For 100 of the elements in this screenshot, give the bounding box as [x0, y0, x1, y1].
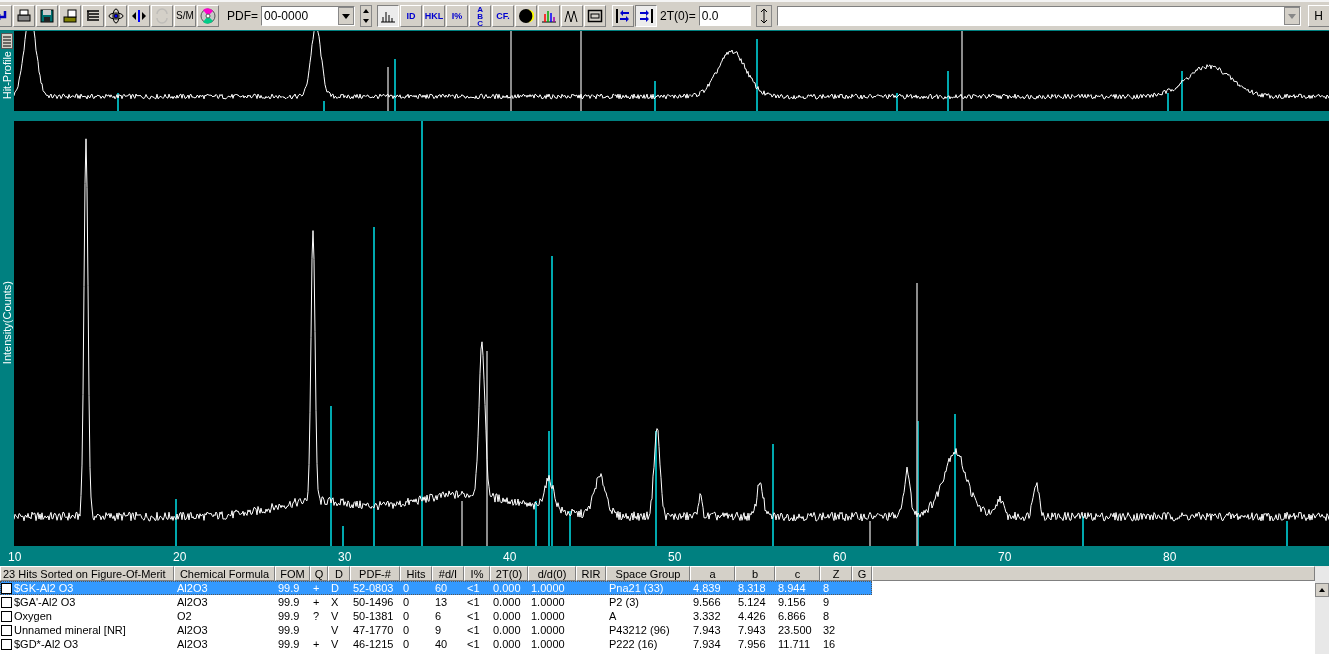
column-header[interactable]: PDF-# — [350, 566, 400, 581]
row-checkbox[interactable] — [1, 624, 12, 636]
label-toggle-button[interactable]: I% — [446, 5, 468, 27]
column-header[interactable]: 23 Hits Sorted on Figure-Of-Merit — [0, 566, 174, 581]
peak-marker — [569, 510, 571, 546]
table-cell: 0.000 — [493, 596, 521, 608]
tray-button[interactable] — [59, 5, 81, 27]
scrollbar[interactable] — [1315, 566, 1329, 654]
table-cell: 99.9 — [278, 610, 300, 622]
column-header[interactable]: 2T(0) — [490, 566, 528, 581]
peak-marker — [896, 92, 898, 111]
table-cell: 0.000 — [493, 610, 521, 622]
table-cell: P2 (3) — [609, 596, 639, 608]
table-cell: Pna21 (33) — [609, 582, 664, 594]
table-cell: ? — [313, 610, 320, 622]
atom-button[interactable] — [105, 5, 127, 27]
pdf-label: PDF= — [227, 9, 258, 23]
column-header[interactable]: FOM — [275, 566, 310, 581]
table-cell: V — [331, 624, 339, 636]
label-toggle-button[interactable]: ABC — [469, 5, 491, 27]
table-cell: A — [609, 610, 617, 622]
table-cell: 6 — [435, 610, 442, 622]
column-header[interactable]: Chemical Formula — [174, 566, 275, 581]
window-button[interactable] — [584, 5, 606, 27]
column-header[interactable]: RIR — [576, 566, 606, 581]
column-header[interactable]: Z — [820, 566, 852, 581]
spin-control-icon[interactable] — [755, 5, 772, 27]
column-header[interactable]: d/d(0) — [528, 566, 576, 581]
shift-left-button[interactable] — [612, 5, 634, 27]
table-row[interactable]: $GD*-Al2 O3 Al2O3 99.9 + V 46-1215 0 40 <1 0.000 1.0000 P222 (16) 7.934 7.956 11.711 16 — [0, 637, 872, 651]
table-cell: 7.943 — [693, 624, 721, 636]
shift-right-button[interactable] — [635, 5, 657, 27]
column-header[interactable]: Space Group — [606, 566, 690, 581]
row-checkbox[interactable] — [1, 596, 12, 608]
table-cell: X — [331, 596, 339, 608]
label-toggle-button[interactable]: ID — [400, 5, 422, 27]
column-header[interactable]: D — [328, 566, 350, 581]
peak-marker — [175, 498, 177, 546]
table-cell: 5.124 — [738, 596, 766, 608]
hit-profile-label: Hit-Profile — [0, 51, 14, 100]
print-button[interactable] — [13, 5, 35, 27]
peak-marker — [1181, 70, 1183, 111]
table-cell: 7.934 — [693, 638, 721, 650]
column-header[interactable]: Hits — [400, 566, 432, 581]
table-cell: V — [331, 610, 339, 622]
label-toggle-button[interactable]: CF. — [492, 5, 514, 27]
label-toggle-button[interactable]: HKL — [423, 5, 445, 27]
table-cell: 23.500 — [778, 624, 812, 636]
column-header[interactable]: Q — [310, 566, 328, 581]
table-cell: V — [331, 638, 339, 650]
peaks-button[interactable] — [561, 5, 583, 27]
table-cell: 47-1770 — [353, 624, 394, 636]
column-header[interactable]: c — [775, 566, 820, 581]
pdf-number-combo[interactable]: 00-0000 — [261, 6, 355, 26]
table-row[interactable]: Oxygen O2 99.9 ? V 50-1381 0 6 <1 0.000 1.0000 A 3.332 4.426 6.866 8 — [0, 609, 872, 623]
column-header[interactable]: #d/I — [432, 566, 464, 581]
row-checkbox[interactable] — [1, 582, 12, 594]
table-cell: + — [313, 596, 320, 608]
moon-button[interactable] — [515, 5, 537, 27]
filter-combo[interactable] — [776, 6, 1301, 26]
table-cell: + — [313, 638, 320, 650]
table-cell: 7.943 — [738, 624, 766, 636]
bars-button[interactable] — [377, 5, 399, 27]
scroll-up-icon[interactable] — [1315, 583, 1329, 597]
table-cell: 4.839 — [693, 582, 721, 594]
color-bars-button[interactable] — [538, 5, 560, 27]
peak-marker — [869, 520, 871, 546]
table-cell: $GK-Al2 O3 — [14, 582, 74, 594]
table-cell: <1 — [467, 582, 480, 594]
x-tick-label: 20 — [173, 550, 187, 564]
peak-marker — [394, 58, 396, 111]
table-cell: 9.566 — [693, 596, 721, 608]
table-cell: 16 — [823, 638, 836, 650]
table-cell: 40 — [435, 638, 448, 650]
table-cell: 9.156 — [778, 596, 806, 608]
table-row[interactable]: $GA'-Al2 O3 Al2O3 99.9 + X 50-1496 0 13 <1 0.000 1.0000 P2 (3) 9.566 5.124 9.156 9 — [0, 595, 872, 609]
spin-control-icon[interactable] — [360, 5, 372, 27]
table-row[interactable]: Unnamed mineral [NR] Al2O3 99.9 V 47-1770 0 9 <1 0.000 1.0000 P43212 (96) 7.943 7.943 23.500 32 — [0, 623, 872, 637]
table-cell: 3.332 — [693, 610, 721, 622]
table-cell: $GA'-Al2 O3 — [14, 596, 76, 608]
table-cell: $GD*-Al2 O3 — [14, 638, 79, 650]
column-header[interactable]: I% — [464, 566, 490, 581]
table-cell: 50-1381 — [353, 610, 394, 622]
sample-mode-button[interactable]: S/M — [174, 5, 196, 27]
column-header[interactable]: G — [852, 566, 872, 581]
column-header[interactable]: a — [690, 566, 735, 581]
arrows-button[interactable] — [128, 5, 150, 27]
save-button[interactable] — [36, 5, 58, 27]
x-tick-label: 50 — [668, 550, 682, 564]
offset-field[interactable]: 0.0 — [698, 6, 751, 26]
table-cell: 8 — [823, 610, 830, 622]
h-button[interactable]: H — [1307, 5, 1329, 27]
table-cell: 8.944 — [778, 582, 806, 594]
disc-button[interactable] — [197, 5, 219, 27]
row-checkbox[interactable] — [1, 610, 12, 622]
column-header[interactable]: b — [735, 566, 775, 581]
peak-marker — [461, 500, 463, 546]
table-cell: 1.0000 — [531, 582, 565, 594]
table-cell: 99.9 — [278, 582, 300, 594]
row-checkbox[interactable] — [1, 638, 12, 650]
